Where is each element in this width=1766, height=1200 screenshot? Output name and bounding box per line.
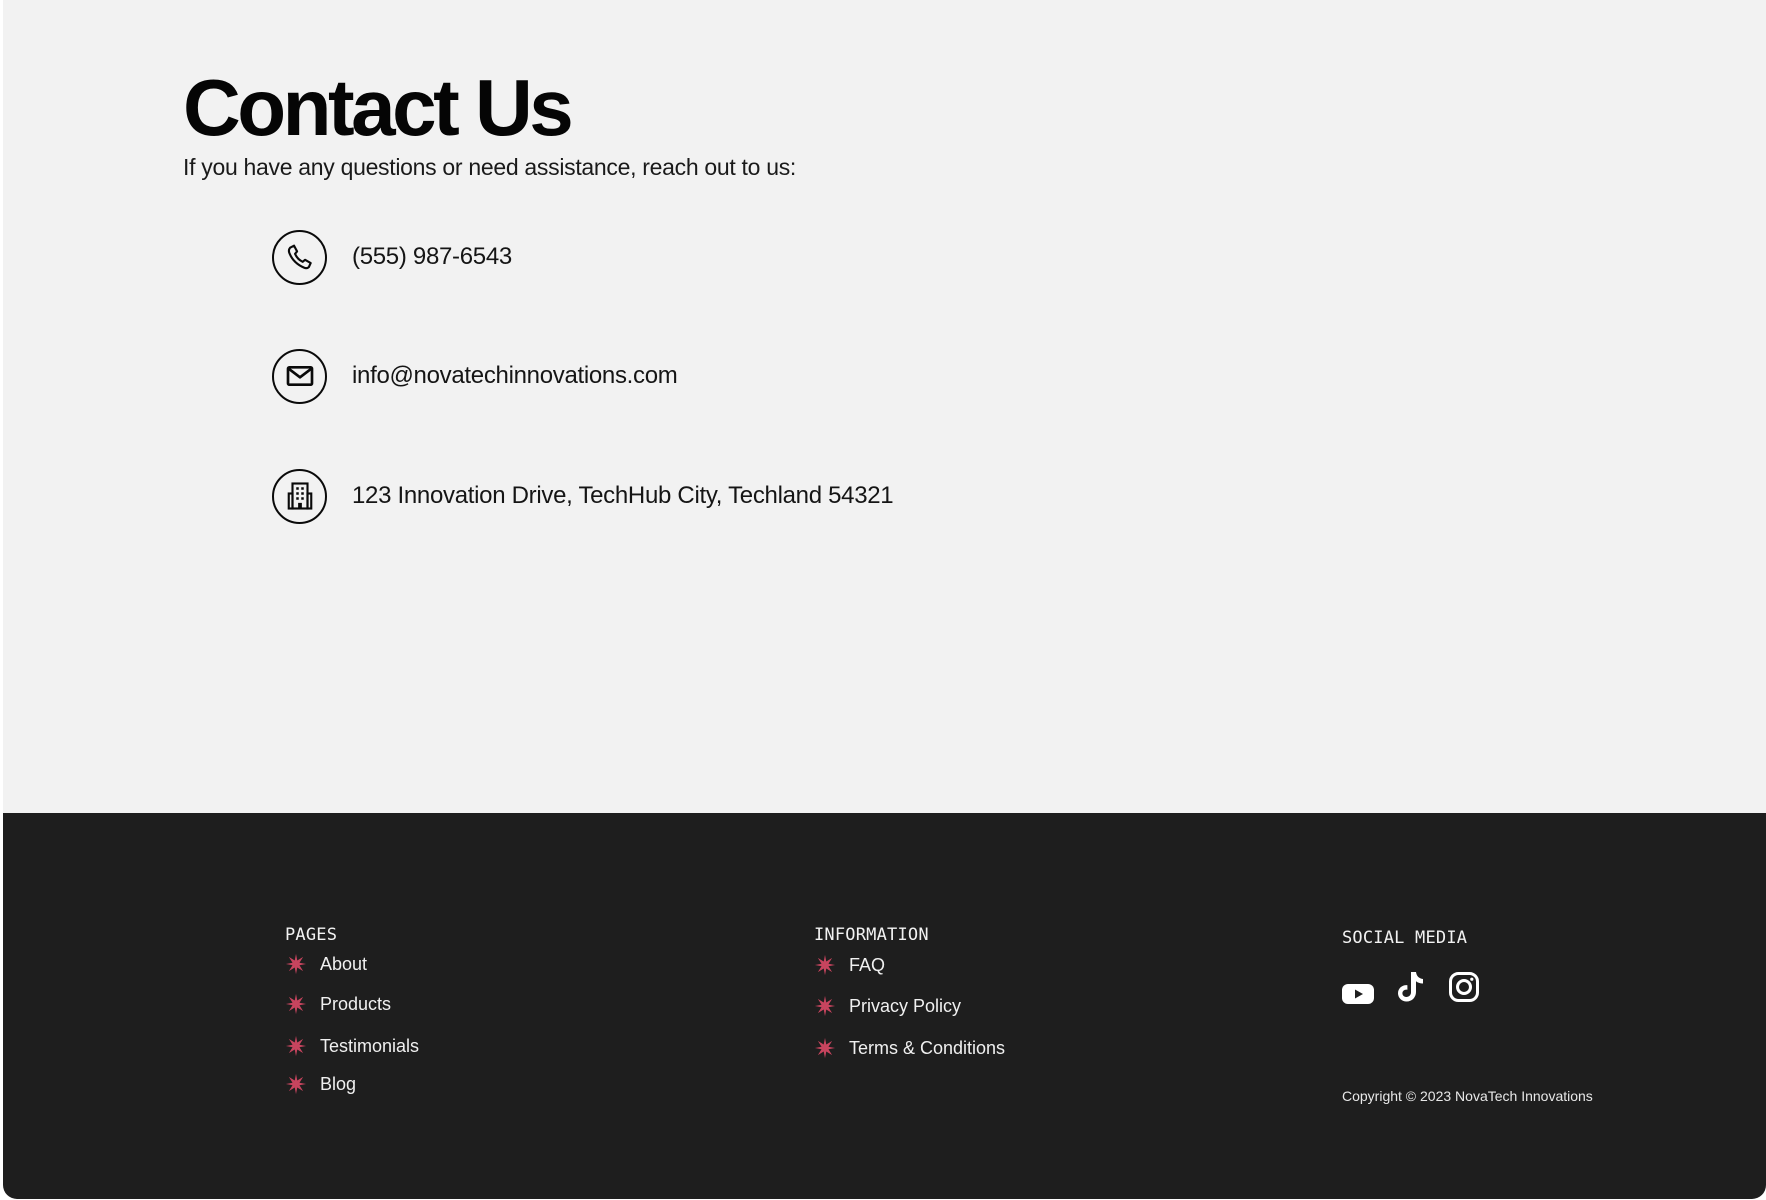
star-icon <box>285 993 307 1015</box>
page-title: Contact Us <box>183 63 574 152</box>
footer-information-heading: INFORMATION <box>814 925 929 945</box>
contact-section: Contact Us If you have any questions or … <box>3 0 1766 813</box>
star-icon <box>285 1035 307 1057</box>
contact-email-row[interactable]: info@novatechinnovations.com <box>272 345 678 407</box>
copyright-text: Copyright © 2023 NovaTech Innovations <box>1342 1088 1593 1104</box>
footer-social-heading: SOCIAL MEDIA <box>1342 928 1468 948</box>
youtube-icon[interactable] <box>1342 982 1374 1006</box>
contact-email-text[interactable]: info@novatechinnovations.com <box>352 362 678 390</box>
contact-phone-text[interactable]: (555) 987-6543 <box>352 243 512 271</box>
page-frame: Contact Us If you have any questions or … <box>3 0 1766 1199</box>
building-icon <box>272 468 327 524</box>
footer-link-testimonials[interactable]: Testimonials <box>285 1035 419 1057</box>
footer-link-label[interactable]: Terms & Conditions <box>849 1038 1005 1059</box>
star-icon <box>814 1037 836 1059</box>
contact-phone-row[interactable]: (555) 987-6543 <box>272 226 512 288</box>
footer-link-privacy-policy[interactable]: Privacy Policy <box>814 995 961 1017</box>
footer-link-blog[interactable]: Blog <box>285 1073 356 1095</box>
footer-link-label[interactable]: About <box>320 954 367 975</box>
contact-subtitle: If you have any questions or need assist… <box>183 154 797 180</box>
footer-link-label[interactable]: Privacy Policy <box>849 996 961 1017</box>
instagram-icon[interactable] <box>1448 971 1480 1003</box>
footer-pages-heading: PAGES <box>285 925 338 945</box>
phone-icon <box>272 229 327 285</box>
star-icon <box>285 953 307 975</box>
footer-link-label[interactable]: FAQ <box>849 955 885 976</box>
mail-icon <box>272 348 327 404</box>
footer-link-label[interactable]: Blog <box>320 1074 356 1095</box>
footer-link-terms[interactable]: Terms & Conditions <box>814 1037 1005 1059</box>
footer-link-faq[interactable]: FAQ <box>814 954 885 976</box>
contact-address-row[interactable]: 123 Innovation Drive, TechHub City, Tech… <box>272 465 894 527</box>
footer-link-label[interactable]: Testimonials <box>320 1036 419 1057</box>
social-icons <box>1342 968 1480 1006</box>
footer-link-products[interactable]: Products <box>285 993 391 1015</box>
contact-address-text[interactable]: 123 Innovation Drive, TechHub City, Tech… <box>352 482 894 510</box>
site-footer: PAGES About Products Testimonials Blog I… <box>3 813 1766 1199</box>
footer-link-about[interactable]: About <box>285 953 367 975</box>
tiktok-icon[interactable] <box>1396 970 1426 1004</box>
star-icon <box>285 1073 307 1095</box>
footer-link-label[interactable]: Products <box>320 994 391 1015</box>
star-icon <box>814 954 836 976</box>
star-icon <box>814 995 836 1017</box>
